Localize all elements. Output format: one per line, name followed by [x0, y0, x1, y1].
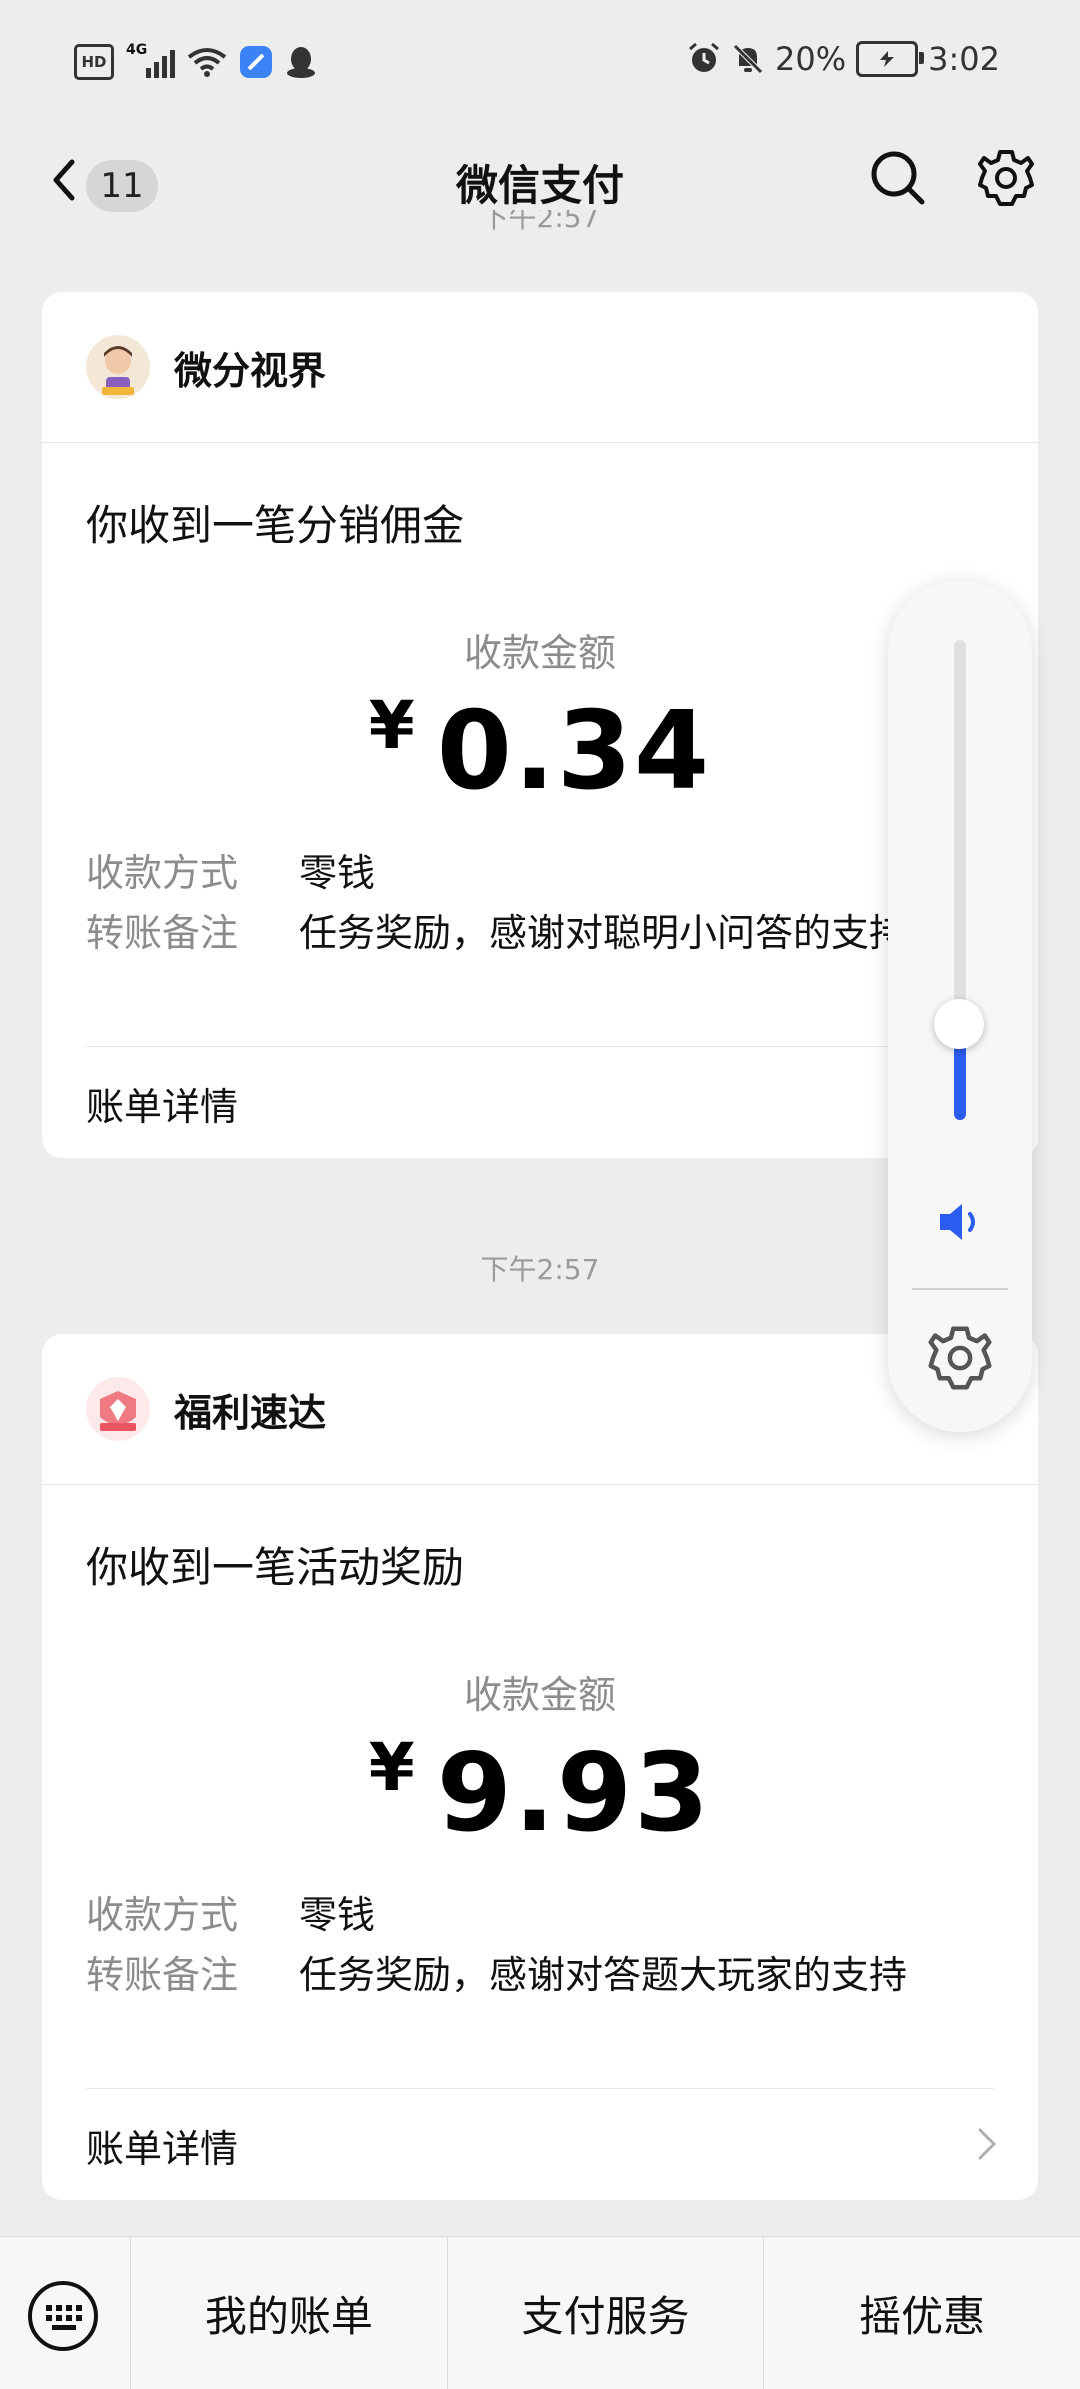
transfer-note-value: 任务奖励，感谢对答题大玩家的支持 [299, 1953, 908, 1997]
payment-method-row: 收款方式 零钱 [86, 842, 375, 897]
amount-label: 收款金额 [463, 1673, 616, 1717]
bill-detail-link[interactable]: 账单详情 [86, 1076, 238, 1131]
transfer-note-key: 转账备注 [86, 1953, 239, 1997]
wifi-icon [187, 48, 227, 77]
qq-icon [287, 47, 315, 78]
merchant-name: 微分视界 [174, 348, 327, 393]
payment-method-row: 收款方式 零钱 [86, 1884, 375, 1939]
divider [86, 1046, 994, 1047]
browser-app-icon [240, 46, 272, 78]
timestamp-partial: 下午2:57 [480, 210, 600, 234]
chevron-right-icon[interactable] [972, 2124, 1002, 2164]
speaker-icon[interactable] [930, 1192, 990, 1252]
card-header[interactable]: 微分视界 [42, 292, 1038, 443]
signal-icon: 4G [126, 42, 175, 78]
tab-shake-offers[interactable]: 摇优惠 [763, 2237, 1080, 2389]
battery-percent: 20% [775, 40, 847, 78]
alarm-icon [689, 42, 719, 72]
merchant-name: 福利速达 [174, 1390, 327, 1435]
hd-icon: HD [74, 44, 114, 80]
transfer-note-key: 转账备注 [86, 911, 239, 955]
bottom-menu-bar: 我的账单 支付服务 摇优惠 [0, 2236, 1080, 2389]
payment-method-key: 收款方式 [86, 851, 239, 895]
payment-method-value: 零钱 [299, 1893, 376, 1937]
keyboard-icon[interactable] [26, 2279, 100, 2353]
tab-my-bills[interactable]: 我的账单 [130, 2237, 447, 2389]
payment-method-value: 零钱 [299, 851, 376, 895]
amount-number: 9.93 [436, 1731, 712, 1856]
divider [86, 2088, 994, 2089]
transfer-note-row: 转账备注 任务奖励，感谢对聪明小问答的支持 [86, 902, 907, 957]
currency-symbol: ¥ [368, 687, 417, 764]
bill-detail-link[interactable]: 账单详情 [86, 2118, 238, 2173]
merchant-avatar [86, 335, 150, 399]
status-right: 20% 3:02 [687, 40, 1000, 78]
status-left: HD 4G [74, 42, 317, 80]
mute-bell-icon [733, 44, 763, 74]
menu-tabs: 我的账单 支付服务 摇优惠 [130, 2237, 1080, 2389]
volume-panel [888, 580, 1032, 1432]
status-bar: HD 4G 20% 3:02 [0, 0, 1080, 130]
network-type-label: 4G [126, 42, 148, 58]
clock-time: 3:02 [928, 40, 1000, 78]
transfer-note-row: 转账备注 任务奖励，感谢对答题大玩家的支持 [86, 1944, 907, 1999]
battery-icon [856, 41, 925, 77]
volume-slider-knob[interactable] [934, 999, 984, 1049]
merchant-avatar [86, 1377, 150, 1441]
gear-icon[interactable] [924, 1322, 996, 1394]
payment-method-key: 收款方式 [86, 1893, 239, 1937]
card-title: 你收到一笔分销佣金 [86, 501, 465, 550]
amount-number: 0.34 [436, 689, 712, 814]
divider [912, 1288, 1008, 1290]
payment-card[interactable]: 福利速达 你收到一笔活动奖励 收款金额 ¥9.93 收款方式 零钱 转账备注 任务奖… [42, 1334, 1038, 2200]
tab-payment-services[interactable]: 支付服务 [446, 2237, 764, 2389]
currency-symbol: ¥ [368, 1729, 417, 1806]
gear-icon[interactable] [974, 146, 1038, 210]
search-icon[interactable] [866, 146, 930, 210]
amount-value: ¥9.93 [42, 1729, 1038, 1856]
card-title: 你收到一笔活动奖励 [86, 1543, 465, 1592]
transfer-note-value: 任务奖励，感谢对聪明小问答的支持 [299, 911, 908, 955]
